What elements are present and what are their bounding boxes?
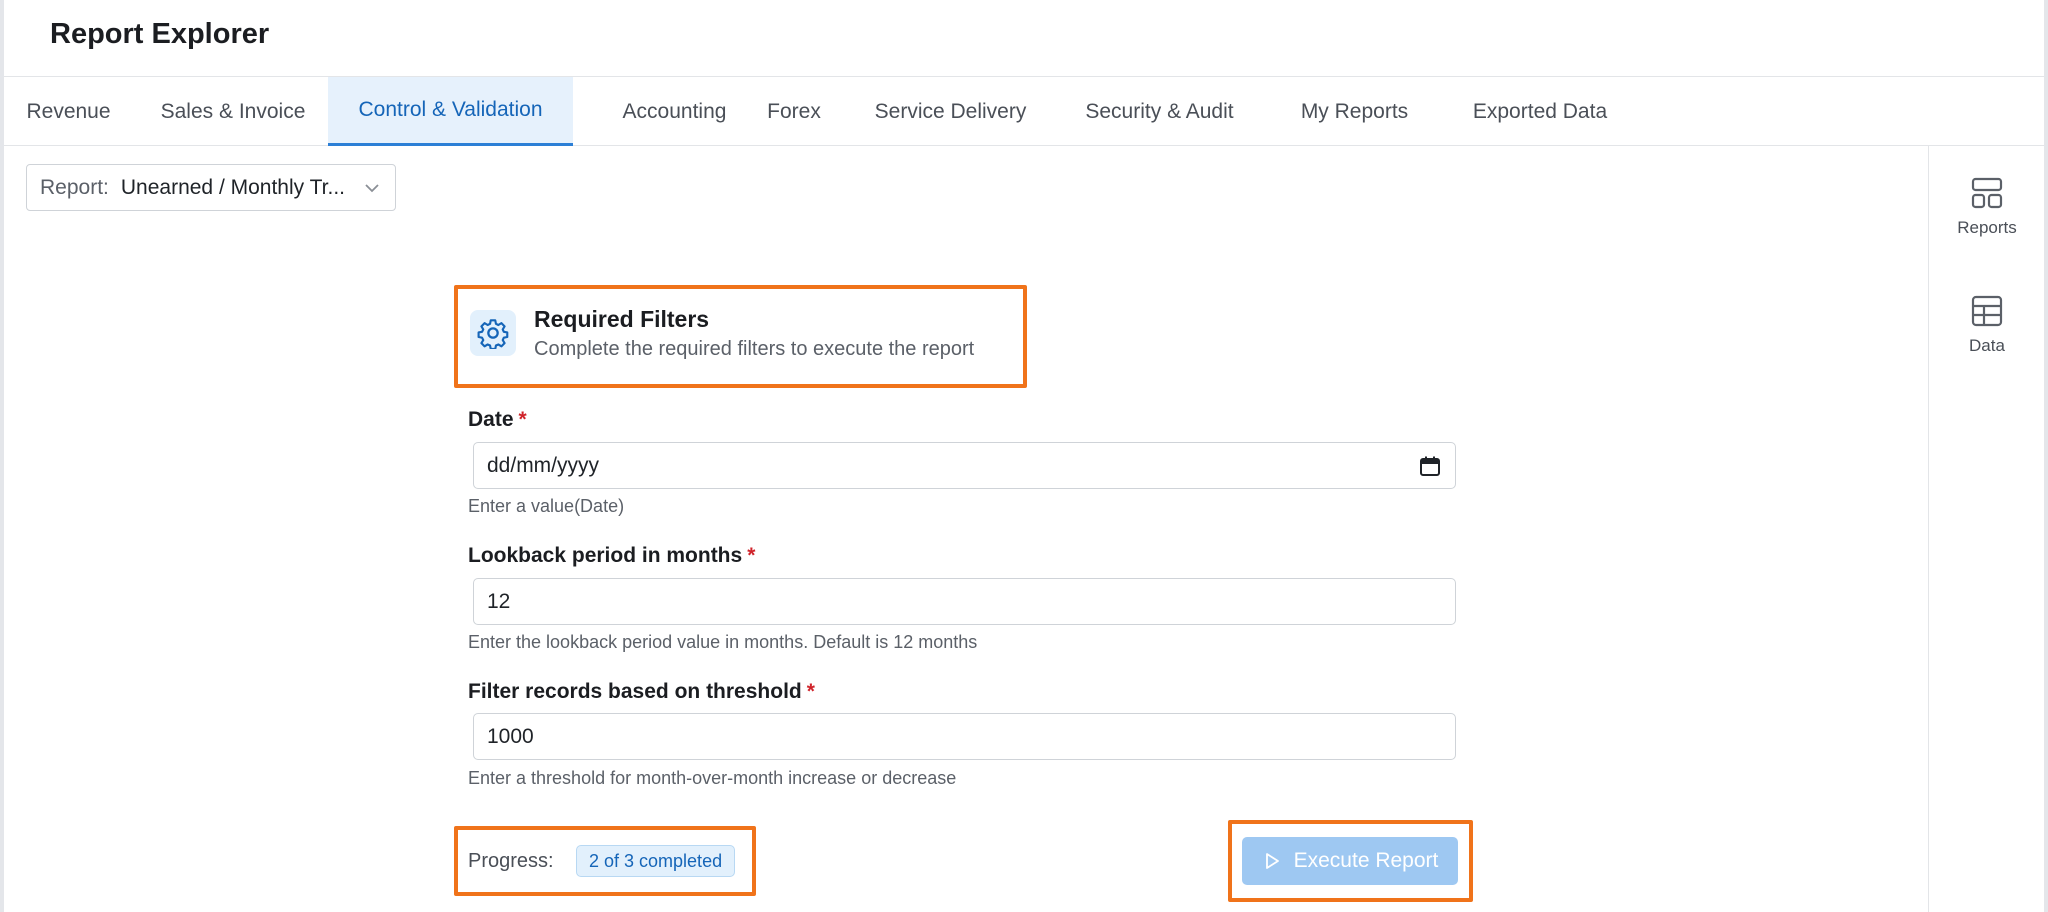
tab-service-delivery[interactable]: Service Delivery bbox=[854, 77, 1047, 146]
calendar-icon[interactable] bbox=[1419, 455, 1441, 477]
title-bar: Report Explorer bbox=[4, 0, 2044, 77]
lookback-help: Enter the lookback period value in month… bbox=[468, 632, 978, 652]
required-filters-header: Required Filters Complete the required f… bbox=[454, 285, 1027, 388]
lookback-value: 12 bbox=[487, 589, 511, 613]
tab-bar: Revenue Sales & Invoice Control & Valida… bbox=[4, 77, 2044, 146]
date-placeholder: dd/mm/yyyy bbox=[487, 453, 600, 477]
required-marker: * bbox=[806, 680, 815, 703]
lookback-label: Lookback period in months * bbox=[468, 544, 755, 568]
execute-report-area: Execute Report bbox=[1228, 820, 1473, 902]
execute-report-button[interactable]: Execute Report bbox=[1242, 837, 1458, 885]
threshold-input[interactable]: 1000 bbox=[473, 713, 1456, 760]
rail-data-button[interactable]: Data bbox=[1929, 294, 2045, 384]
threshold-label: Filter records based on threshold * bbox=[468, 680, 815, 704]
lookback-input[interactable]: 12 bbox=[473, 578, 1456, 625]
rail-reports-label: Reports bbox=[1957, 218, 2017, 237]
right-rail: Reports Data bbox=[1928, 146, 2044, 912]
date-input[interactable]: dd/mm/yyyy bbox=[473, 442, 1456, 489]
rail-reports-button[interactable]: Reports bbox=[1929, 176, 2045, 266]
required-marker: * bbox=[518, 408, 527, 431]
layout-icon bbox=[1971, 177, 2003, 209]
report-select-value: Unearned / Monthly Tr... bbox=[120, 175, 345, 199]
progress-badge: 2 of 3 completed bbox=[576, 845, 736, 877]
progress-indicator: Progress: 2 of 3 completed bbox=[454, 826, 756, 896]
chevron-down-icon bbox=[365, 184, 379, 193]
threshold-value: 1000 bbox=[487, 724, 534, 748]
tab-forex[interactable]: Forex bbox=[734, 77, 854, 146]
date-label: Date * bbox=[468, 408, 527, 432]
date-label-text: Date bbox=[468, 408, 514, 431]
lookback-label-text: Lookback period in months bbox=[468, 544, 743, 567]
filters-title: Required Filters bbox=[534, 306, 710, 332]
filters-subtitle: Complete the required filters to execute… bbox=[534, 338, 975, 360]
tab-control-validation[interactable]: Control & Validation bbox=[328, 77, 573, 146]
execute-report-label: Execute Report bbox=[1293, 849, 1439, 872]
tab-my-reports[interactable]: My Reports bbox=[1272, 77, 1437, 146]
report-select[interactable]: Report: Unearned / Monthly Tr... bbox=[26, 164, 396, 211]
tab-revenue[interactable]: Revenue bbox=[4, 77, 133, 146]
date-help: Enter a value(Date) bbox=[468, 496, 625, 516]
app-title: Report Explorer bbox=[50, 18, 270, 50]
tab-security-audit[interactable]: Security & Audit bbox=[1047, 77, 1272, 146]
highlight-box bbox=[454, 285, 1027, 388]
rail-data-label: Data bbox=[1969, 336, 2005, 355]
gear-icon bbox=[477, 319, 509, 349]
report-select-label: Report: bbox=[40, 175, 109, 199]
required-marker: * bbox=[747, 544, 756, 567]
play-icon bbox=[1265, 853, 1279, 869]
threshold-help: Enter a threshold for month-over-month i… bbox=[468, 768, 957, 788]
progress-label: Progress: bbox=[468, 850, 554, 872]
tab-sales-invoice[interactable]: Sales & Invoice bbox=[133, 77, 333, 146]
threshold-label-text: Filter records based on threshold bbox=[468, 680, 802, 703]
tab-exported-data[interactable]: Exported Data bbox=[1437, 77, 1643, 146]
gear-icon-box bbox=[470, 310, 516, 356]
table-icon bbox=[1971, 295, 2003, 327]
